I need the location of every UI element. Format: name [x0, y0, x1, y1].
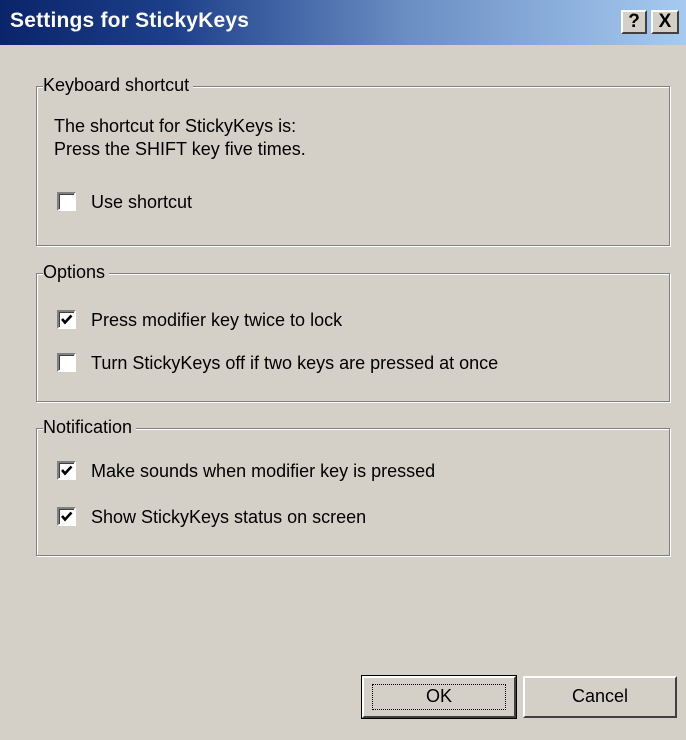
use-shortcut-label: Use shortcut	[91, 192, 193, 212]
make-sounds-label: Make sounds when modifier key is pressed	[91, 461, 436, 481]
shortcut-description-line1: The shortcut for StickyKeys is:	[54, 116, 297, 136]
checkbox-box[interactable]	[57, 192, 76, 211]
checkmark-icon	[61, 465, 73, 476]
ok-button[interactable]: OK	[361, 675, 517, 719]
checkbox-box[interactable]	[57, 461, 76, 480]
notification-legend: Notification	[43, 415, 137, 439]
ok-button-label: OK	[425, 686, 452, 706]
cancel-button-label: Cancel	[571, 686, 629, 706]
checkbox-box[interactable]	[57, 310, 76, 329]
checkbox-box[interactable]	[57, 507, 76, 526]
checkmark-icon	[61, 511, 73, 522]
stickykeys-settings-dialog: Settings for StickyKeys ? X Keyboard sho…	[0, 0, 686, 740]
turn-off-two-keys-label: Turn StickyKeys off if two keys are pres…	[91, 353, 499, 373]
title-bar[interactable]: Settings for StickyKeys ? X	[0, 0, 686, 45]
cancel-button[interactable]: Cancel	[523, 676, 677, 718]
options-legend: Options	[43, 260, 110, 284]
keyboard-shortcut-group: Keyboard shortcut The shortcut for Stick…	[36, 73, 670, 246]
shortcut-description-line2: Press the SHIFT key five times.	[54, 139, 306, 159]
press-modifier-twice-label: Press modifier key twice to lock	[91, 310, 343, 330]
notification-group: Notification Make sounds when modifier k…	[36, 415, 670, 556]
show-status-label: Show StickyKeys status on screen	[91, 507, 367, 527]
close-button[interactable]: X	[651, 10, 679, 34]
window-title: Settings for StickyKeys	[10, 9, 250, 32]
checkbox-box[interactable]	[57, 353, 76, 372]
checkmark-icon	[61, 314, 73, 325]
help-button[interactable]: ?	[621, 10, 647, 34]
keyboard-shortcut-legend: Keyboard shortcut	[43, 73, 194, 97]
options-group: Options Press modifier key twice to lock…	[36, 260, 670, 402]
